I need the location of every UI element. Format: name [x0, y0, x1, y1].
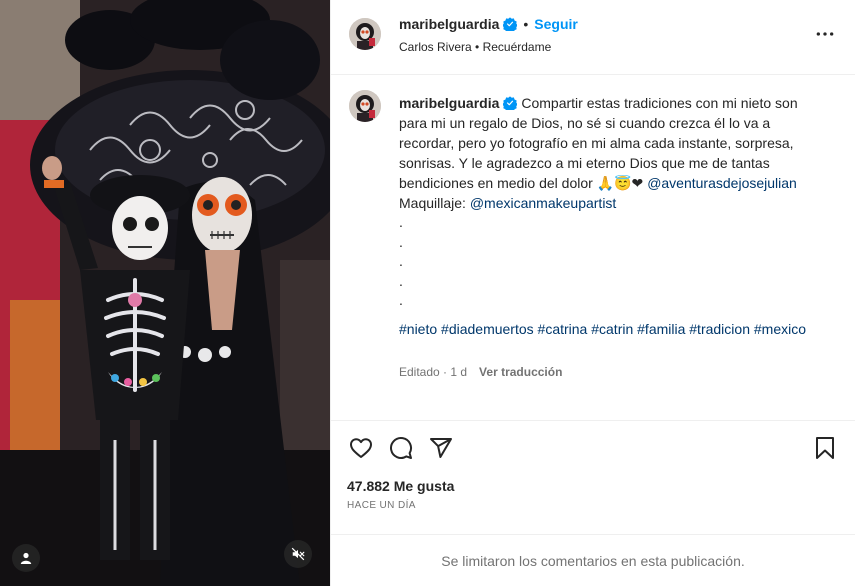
comment-icon	[390, 437, 413, 459]
muted-speaker-icon	[291, 547, 305, 561]
save-button[interactable]	[811, 434, 839, 462]
audio-attribution[interactable]: Carlos Rivera • Recuérdame	[399, 40, 551, 54]
avatar-image	[349, 90, 381, 122]
caption-dot: .	[399, 233, 403, 250]
caption-dots: . . . . .	[399, 213, 829, 311]
caption-dot: .	[399, 272, 403, 289]
mention-link[interactable]: @aventurasdejosejulian	[647, 175, 797, 191]
bookmark-icon	[816, 437, 834, 459]
caption-dot: .	[399, 292, 403, 308]
see-translation-button[interactable]: Ver traducción	[479, 365, 562, 379]
comments-limited-notice: Se limitaron los comentarios en esta pub…	[331, 534, 855, 587]
action-bar	[347, 434, 839, 462]
author-avatar[interactable]	[349, 18, 381, 50]
caption-text: maribelguardia Compartir estas tradicion…	[399, 93, 829, 339]
post-header: maribelguardia • Seguir Carlos Rivera • …	[331, 0, 855, 75]
audio-artist: Carlos Rivera	[399, 40, 472, 54]
header-separator: •	[523, 16, 529, 32]
makeup-label: Maquillaje:	[399, 195, 466, 211]
post-details-panel: maribelguardia • Seguir Carlos Rivera • …	[330, 0, 855, 586]
audio-track: Recuérdame	[482, 40, 552, 54]
like-button[interactable]	[347, 434, 375, 462]
caption-dot: .	[399, 253, 403, 269]
author-username[interactable]: maribelguardia	[399, 16, 499, 32]
caption-author-avatar[interactable]	[349, 90, 381, 122]
tagged-users-button[interactable]	[12, 544, 40, 572]
verified-badge-icon	[503, 17, 518, 31]
edited-timestamp: Editado · 1 d	[399, 365, 468, 379]
like-count[interactable]: 47.882 Me gusta	[347, 478, 454, 494]
mute-toggle-button[interactable]	[284, 540, 312, 568]
avatar-image	[349, 18, 381, 50]
user-tag-icon	[20, 552, 32, 564]
comment-button[interactable]	[387, 434, 415, 462]
caption-username[interactable]: maribelguardia	[399, 95, 499, 111]
instagram-post: maribelguardia • Seguir Carlos Rivera • …	[0, 0, 855, 586]
audio-separator: •	[475, 40, 480, 54]
more-options-icon[interactable]	[815, 24, 835, 44]
verified-badge-icon	[503, 96, 518, 110]
caption-meta: Editado · 1 d Ver traducción	[399, 365, 562, 379]
post-caption: maribelguardia Compartir estas tradicion…	[331, 74, 855, 421]
caption-dot: .	[399, 214, 403, 230]
mention-link[interactable]: @mexicanmakeupartist	[470, 195, 617, 211]
post-media-video[interactable]	[0, 0, 330, 586]
follow-button[interactable]: Seguir	[534, 16, 578, 32]
post-time-ago: HACE UN DÍA	[347, 500, 416, 511]
post-photo	[0, 0, 330, 586]
share-button[interactable]	[427, 434, 455, 462]
share-icon	[430, 438, 452, 458]
hashtag-list[interactable]: #nieto #diademuertos #catrina #catrin #f…	[399, 319, 829, 339]
heart-icon	[350, 438, 372, 458]
